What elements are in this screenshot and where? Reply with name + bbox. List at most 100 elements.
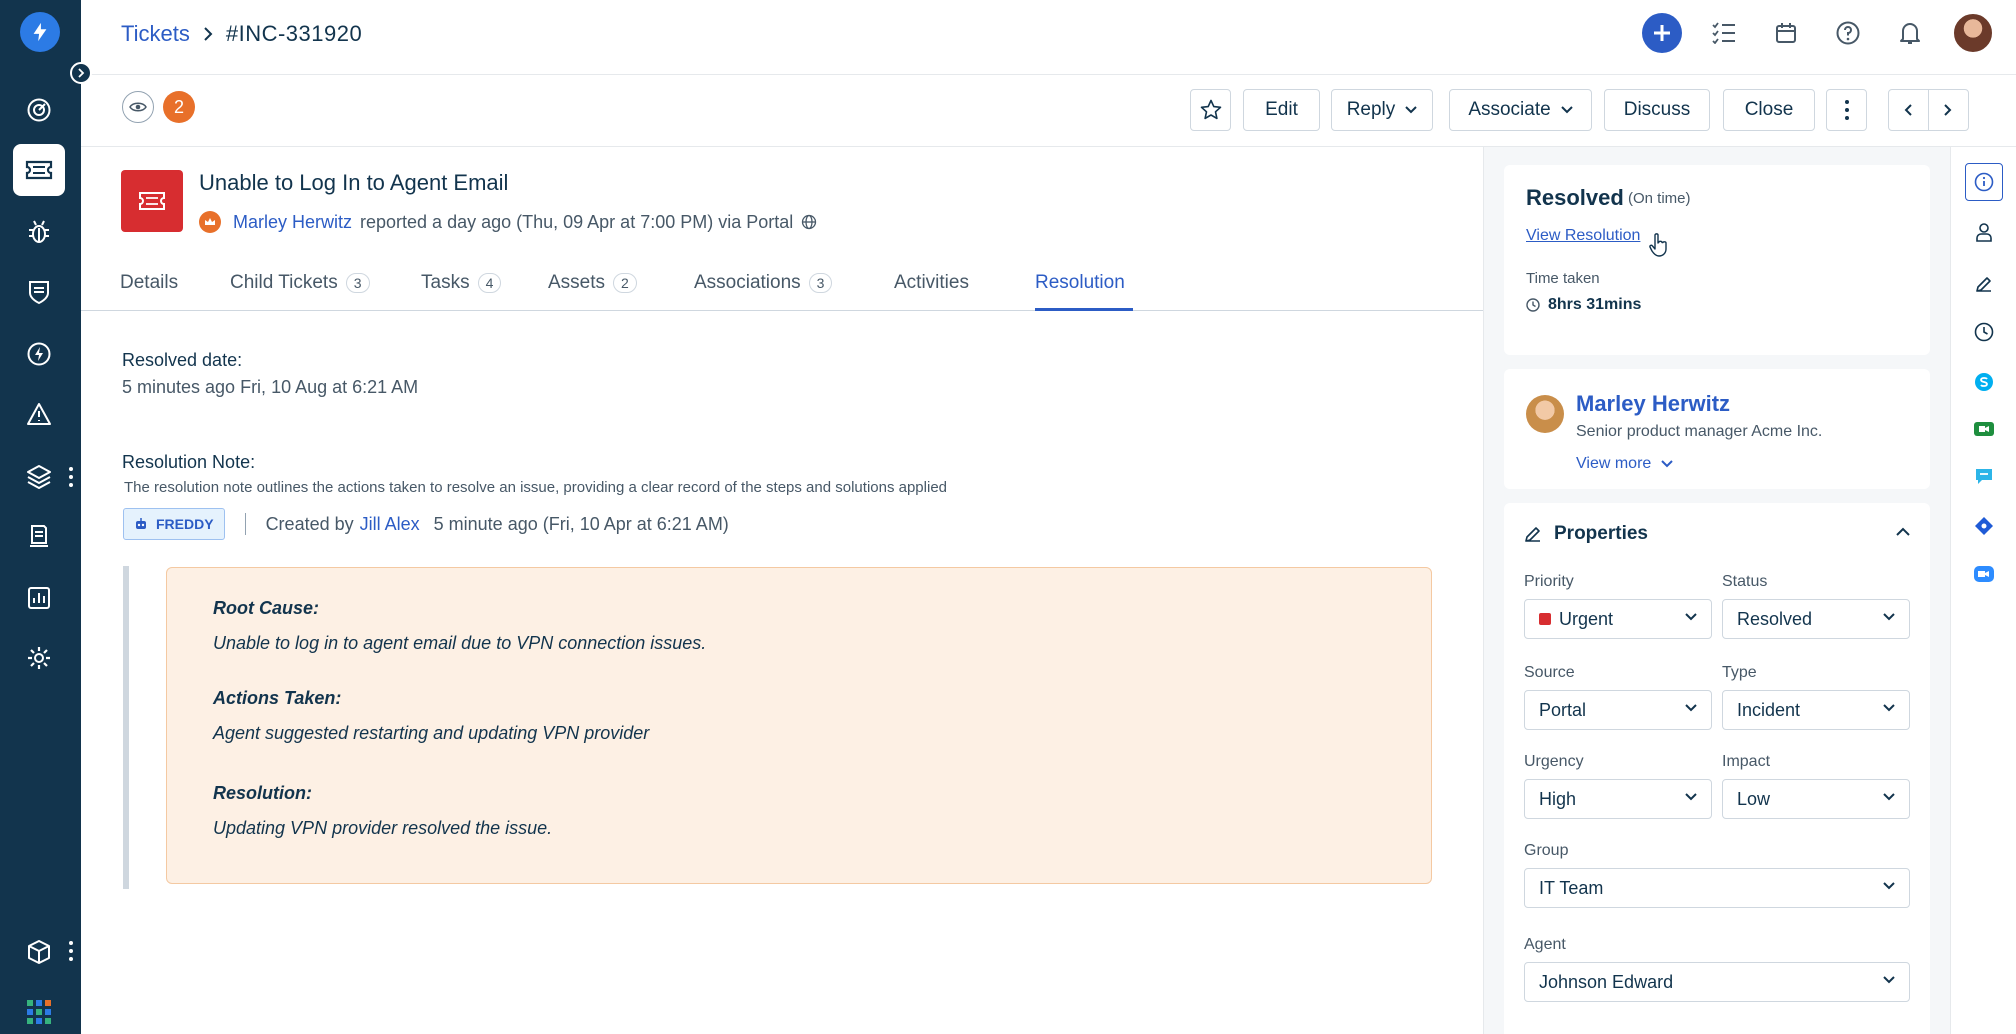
- priority-label: Priority: [1524, 573, 1574, 590]
- more-actions-button[interactable]: [1826, 89, 1867, 131]
- help-icon[interactable]: [1828, 13, 1868, 53]
- group-value: IT Team: [1539, 877, 1604, 898]
- assets-layers-icon[interactable]: [13, 450, 65, 502]
- star-button[interactable]: [1190, 89, 1231, 131]
- alerts-icon[interactable]: [13, 388, 65, 440]
- resolution-note-box: Root Cause: Unable to log in to agent em…: [166, 567, 1432, 884]
- tab-count: 2: [613, 273, 637, 293]
- expand-nav-button[interactable]: [70, 62, 92, 84]
- top-header: Tickets #INC-331920: [81, 0, 2016, 75]
- watch-eye-icon[interactable]: [122, 91, 154, 123]
- discuss-button[interactable]: Discuss: [1604, 89, 1710, 131]
- group-select[interactable]: IT Team: [1524, 868, 1910, 908]
- releases-icon[interactable]: [13, 328, 65, 380]
- chat-bubble-icon[interactable]: [1965, 457, 2003, 495]
- source-value: Portal: [1539, 699, 1587, 720]
- changes-icon[interactable]: [13, 266, 65, 318]
- resolution-text: Updating VPN provider resolved the issue…: [213, 818, 553, 838]
- tab-label: Resolution: [1035, 272, 1125, 293]
- resolution-heading: Resolution:: [213, 783, 312, 803]
- type-select[interactable]: Incident: [1722, 690, 1910, 730]
- impact-label: Impact: [1722, 753, 1771, 770]
- more-dots-icon[interactable]: [68, 466, 74, 493]
- active-tab-indicator: [1035, 308, 1133, 311]
- calendar-icon[interactable]: [1766, 13, 1806, 53]
- tab-details[interactable]: Details: [120, 272, 178, 294]
- user-avatar[interactable]: [1952, 12, 1994, 54]
- tab-assets[interactable]: Assets 2: [548, 272, 637, 294]
- tab-associations[interactable]: Associations 3: [694, 272, 833, 294]
- contact-person-icon[interactable]: [1965, 213, 2003, 251]
- group-label: Group: [1524, 842, 1569, 859]
- creator-link[interactable]: Jill Alex: [360, 514, 420, 535]
- google-meet-icon[interactable]: [1965, 410, 2003, 448]
- agent-select[interactable]: Johnson Edward: [1524, 962, 1910, 1002]
- impact-select[interactable]: Low: [1722, 779, 1910, 819]
- tab-resolution[interactable]: Resolution: [1035, 272, 1125, 294]
- view-resolution-link[interactable]: View Resolution: [1526, 227, 1640, 245]
- reply-button-label: Reply: [1346, 99, 1396, 120]
- watchers-count-badge[interactable]: 2: [163, 91, 195, 123]
- tab-label: Associations: [694, 272, 801, 293]
- ticket-info-icon[interactable]: [1965, 163, 2003, 201]
- actions-taken-text: Agent suggested restarting and updating …: [213, 723, 650, 743]
- previous-ticket-button[interactable]: [1889, 90, 1929, 130]
- todo-checklist-icon[interactable]: [1704, 13, 1744, 53]
- chevron-up-icon[interactable]: [1896, 527, 1910, 536]
- requester-name-link[interactable]: Marley Herwitz: [1576, 391, 1730, 417]
- apps-cube-icon[interactable]: [13, 926, 65, 978]
- notifications-bell-icon[interactable]: [1890, 13, 1930, 53]
- time-taken-label: Time taken: [1526, 270, 1600, 287]
- apps-more-dots-icon[interactable]: [68, 940, 74, 967]
- dashboard-icon[interactable]: [13, 84, 65, 136]
- urgency-select[interactable]: High: [1524, 779, 1712, 819]
- tab-tasks[interactable]: Tasks 4: [421, 272, 502, 294]
- tickets-icon[interactable]: [13, 144, 65, 196]
- zoom-video-icon[interactable]: [1965, 555, 2003, 593]
- edit-button[interactable]: Edit: [1243, 89, 1320, 131]
- urgency-label: Urgency: [1524, 753, 1584, 770]
- view-more-link[interactable]: View more: [1576, 455, 1674, 473]
- urgency-value: High: [1539, 788, 1577, 809]
- tab-label: Assets: [548, 272, 606, 293]
- tab-label: Tasks: [421, 272, 470, 293]
- resolution-author-row: FREDDY Created by Jill Alex 5 minute ago…: [123, 508, 729, 540]
- chevron-down-icon: [1883, 793, 1895, 801]
- properties-header[interactable]: Properties: [1524, 523, 1648, 545]
- reports-icon[interactable]: [13, 572, 65, 624]
- priority-select[interactable]: Urgent: [1524, 599, 1712, 639]
- hand-cursor-icon: [1649, 233, 1667, 257]
- time-log-clock-icon[interactable]: [1965, 313, 2003, 351]
- close-button[interactable]: Close: [1723, 89, 1815, 131]
- breadcrumb-tickets-link[interactable]: Tickets: [121, 21, 190, 47]
- problems-bug-icon[interactable]: [13, 206, 65, 258]
- right-icon-rail: [1950, 147, 2016, 1034]
- resolved-date-value: 5 minutes ago Fri, 10 Aug at 6:21 AM: [122, 377, 419, 397]
- status-select[interactable]: Resolved: [1722, 599, 1910, 639]
- associate-button[interactable]: Associate: [1449, 89, 1592, 131]
- priority-color-dot: [1539, 613, 1551, 625]
- diamond-integration-icon[interactable]: [1965, 507, 2003, 545]
- app-logo-icon[interactable]: [20, 12, 60, 52]
- notes-edit-icon[interactable]: [1965, 265, 2003, 303]
- next-ticket-button[interactable]: [1929, 90, 1969, 130]
- skype-icon[interactable]: [1965, 363, 2003, 401]
- chevron-down-icon: [1883, 613, 1895, 621]
- reply-button[interactable]: Reply: [1331, 89, 1433, 131]
- tab-activities[interactable]: Activities: [894, 272, 969, 294]
- breadcrumb: Tickets #INC-331920: [121, 21, 362, 47]
- associate-button-label: Associate: [1468, 99, 1551, 120]
- status-heading: Resolved: [1526, 185, 1624, 210]
- settings-gear-icon[interactable]: [13, 632, 65, 684]
- chevron-down-icon: [1883, 704, 1895, 712]
- requester-link[interactable]: Marley Herwitz: [233, 212, 352, 233]
- solutions-icon[interactable]: [13, 510, 65, 562]
- source-select[interactable]: Portal: [1524, 690, 1712, 730]
- chevron-down-icon: [1661, 460, 1674, 468]
- root-cause-text: Unable to log in to agent email due to V…: [213, 633, 707, 653]
- app-switcher-grid-icon[interactable]: [13, 986, 65, 1034]
- agent-value: Johnson Edward: [1539, 971, 1674, 992]
- tab-child-tickets[interactable]: Child Tickets 3: [230, 272, 370, 294]
- new-item-plus-button[interactable]: [1642, 13, 1682, 53]
- tab-label: Activities: [894, 272, 969, 293]
